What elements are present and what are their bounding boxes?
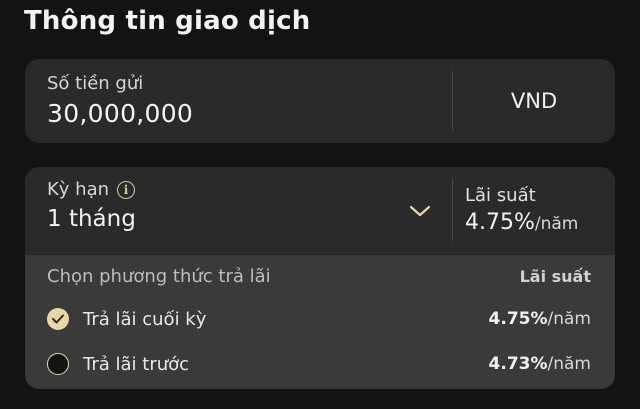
divider — [452, 179, 453, 241]
options-header-label: Chọn phương thức trả lãi — [47, 266, 271, 287]
options-header: Chọn phương thức trả lãi Lãi suất — [47, 266, 591, 287]
term-rate-value: 4.75% — [465, 210, 535, 235]
term-rate-unit: /năm — [534, 214, 579, 234]
term-selector[interactable]: Kỳ hạn i 1 tháng Lãi suất 4.75%/năm — [25, 167, 615, 255]
options-header-rate: Lãi suất — [519, 267, 591, 286]
term-card: Kỳ hạn i 1 tháng Lãi suất 4.75%/năm Chọn… — [25, 167, 615, 389]
deposit-label: Số tiền gửi — [47, 73, 144, 94]
deposit-amount-value[interactable]: 30,000,000 — [47, 99, 193, 128]
interest-options-panel: Chọn phương thức trả lãi Lãi suất Trả lã… — [25, 255, 615, 389]
term-value: 1 tháng — [47, 206, 136, 232]
radio-unchecked[interactable] — [47, 353, 69, 375]
deposit-amount-field[interactable]: Số tiền gửi 30,000,000 — [47, 73, 193, 128]
check-icon — [52, 314, 64, 324]
term-label: Kỳ hạn — [47, 179, 110, 200]
page-title: Thông tin giao dịch — [24, 6, 311, 36]
chevron-down-icon[interactable] — [409, 203, 431, 222]
option-pay-upfront[interactable]: Trả lãi trước 4.73%/năm — [47, 353, 591, 375]
info-icon[interactable]: i — [117, 180, 136, 199]
option-rate-unit: /năm — [547, 309, 591, 329]
option-pay-at-end[interactable]: Trả lãi cuối kỳ 4.75%/năm — [47, 308, 591, 330]
currency-selector[interactable]: VND — [453, 59, 615, 143]
option-rate: 4.73% — [488, 354, 548, 374]
option-label: Trả lãi cuối kỳ — [83, 308, 207, 330]
option-label: Trả lãi trước — [83, 353, 190, 375]
deposit-card: Số tiền gửi 30,000,000 VND — [25, 59, 615, 143]
option-rate-unit: /năm — [547, 354, 591, 374]
term-rate: Lãi suất 4.75%/năm — [465, 185, 578, 235]
radio-checked[interactable] — [47, 308, 69, 330]
option-rate: 4.75% — [488, 309, 548, 329]
term-rate-label: Lãi suất — [465, 185, 536, 206]
